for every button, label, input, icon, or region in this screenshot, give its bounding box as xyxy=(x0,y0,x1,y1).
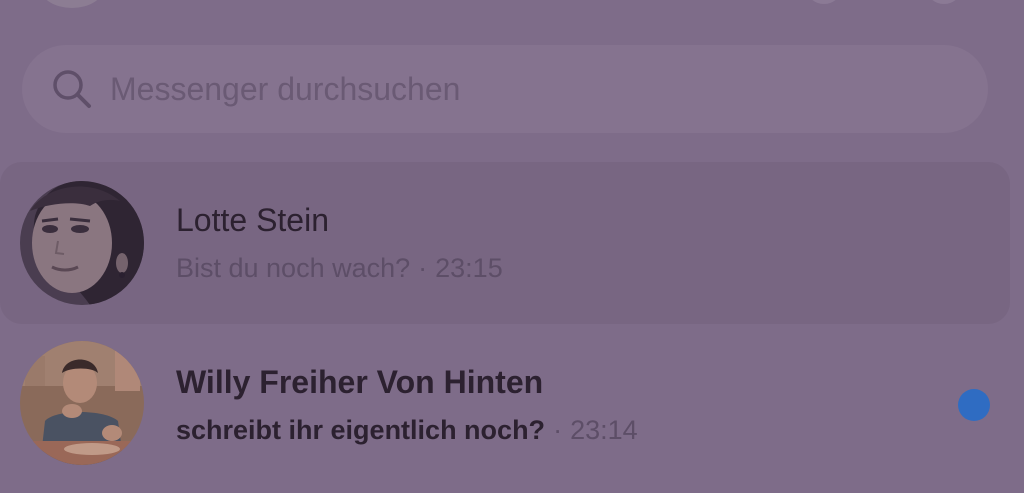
chat-last-message: schreibt ihr eigentlich noch? xyxy=(176,415,546,445)
search-input[interactable] xyxy=(110,70,890,108)
search-bar[interactable] xyxy=(22,45,988,133)
search-icon xyxy=(50,67,94,111)
chat-preview: Bist du noch wach? · 23:15 xyxy=(176,252,503,284)
chat-text: Lotte Stein Bist du noch wach? · 23:15 xyxy=(176,202,503,284)
messenger-chat-list: Lotte Stein Bist du noch wach?·23:15 xyxy=(0,0,1024,493)
avatar xyxy=(20,181,144,305)
profile-avatar[interactable] xyxy=(40,0,104,8)
chat-last-message: Bist du noch wach? xyxy=(176,253,411,283)
chat-item-lotte-stein[interactable]: Lotte Stein Bist du noch wach? · 23:15 xyxy=(0,162,1010,324)
chat-name: Willy Freiher Von Hinten xyxy=(176,364,544,400)
avatar xyxy=(20,341,144,465)
chat-text: Willy Freiher Von Hinten schreibt ihr ei… xyxy=(176,364,638,446)
chat-item-willy-freiher-von-hinten[interactable]: Willy Freiher Von Hinten schreibt ihr ei… xyxy=(0,330,1010,480)
separator: · xyxy=(553,415,563,445)
options-button[interactable] xyxy=(806,0,842,4)
chat-name: Lotte Stein xyxy=(176,202,329,238)
new-message-button[interactable] xyxy=(926,0,962,4)
chat-time: 23:15 xyxy=(435,253,503,283)
chat-preview: schreibt ihr eigentlich noch? · 23:14 xyxy=(176,414,638,446)
chat-time: 23:14 xyxy=(570,415,638,445)
separator: · xyxy=(418,253,428,283)
unread-indicator xyxy=(958,389,990,421)
